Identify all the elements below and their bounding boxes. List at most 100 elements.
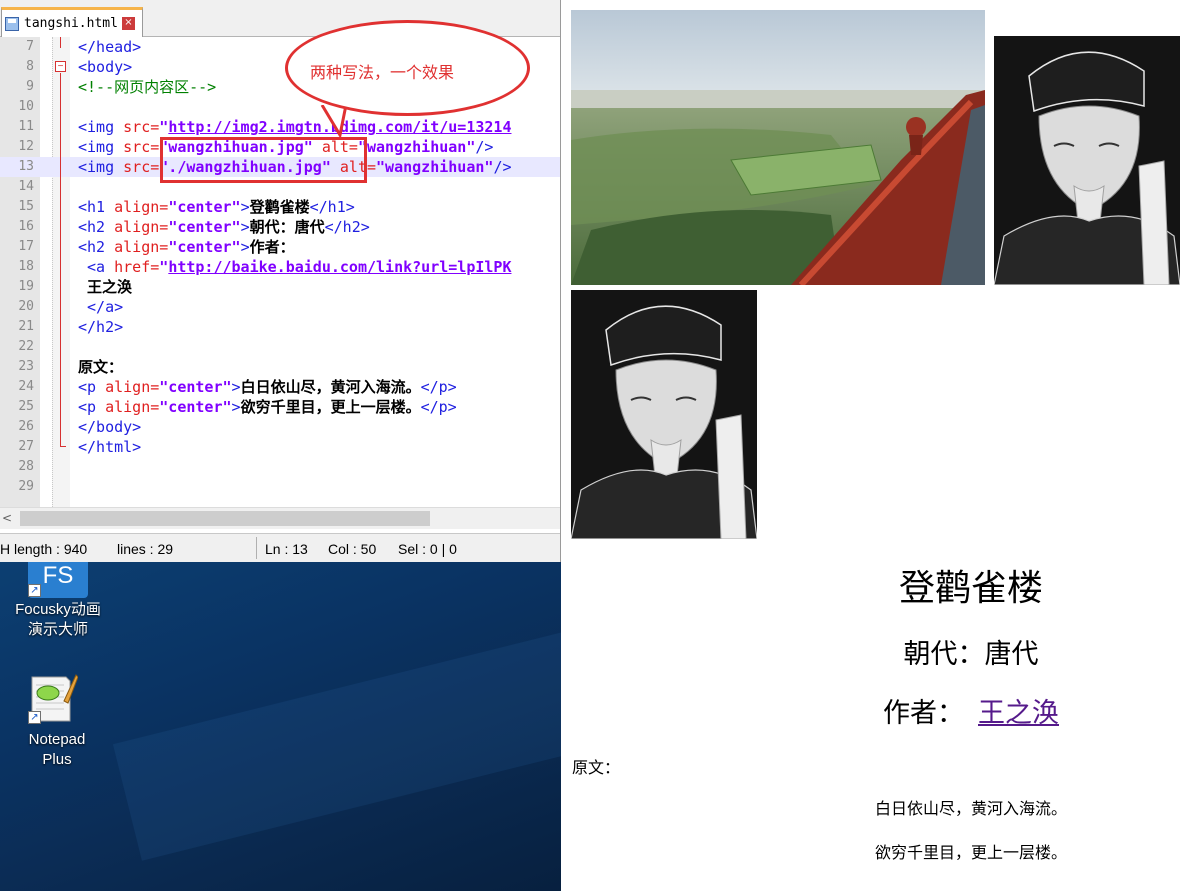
code-token: align= <box>105 378 160 396</box>
code-token: <h2 <box>78 218 115 236</box>
code-text: </html> <box>78 437 141 457</box>
status-lines: lines : 29 <box>117 541 174 557</box>
code-line[interactable]: 27 </html> <box>0 437 560 457</box>
code-token: href= <box>114 258 160 276</box>
code-text: <h2 align="center">作者： <box>78 237 295 257</box>
code-token: </body> <box>78 418 142 436</box>
line-number: 18 <box>18 259 34 274</box>
highlight-box <box>160 137 367 183</box>
code-token: > <box>240 198 250 216</box>
line-number: 7 <box>26 39 34 54</box>
code-text: 原文： <box>78 357 123 377</box>
code-token: <img <box>78 118 124 136</box>
line-number: 19 <box>18 279 34 294</box>
code-token: " <box>159 258 169 276</box>
status-ln: Ln : 13 <box>265 541 308 557</box>
scrollbar-thumb[interactable] <box>20 511 430 526</box>
save-icon <box>5 16 19 31</box>
line-number: 22 <box>18 339 34 354</box>
fold-end <box>60 437 66 447</box>
landscape-image[interactable] <box>571 10 985 285</box>
code-line[interactable]: 11 <img src="http://img2.imgtn.bdimg.com/… <box>0 117 560 137</box>
code-token: <h2 <box>78 238 115 256</box>
code-line[interactable]: 19 王之涣 <box>0 277 560 297</box>
fold-minus-icon[interactable]: − <box>55 61 66 72</box>
code-token: "center" <box>159 398 232 416</box>
line-number: 17 <box>18 239 34 254</box>
status-divider <box>256 537 257 559</box>
code-text: <p align="center">白日依山尽，黄河入海流。</p> <box>78 377 457 397</box>
editor-window: tangshi.html × 7 </head> 8 <body> 9 <!--网页内容区… <box>0 0 561 562</box>
code-token: </p> <box>420 378 457 396</box>
code-token: 登鹳雀楼 <box>249 198 310 216</box>
code-line[interactable]: 22 <box>0 337 560 357</box>
line-number: 8 <box>26 59 34 74</box>
code-line[interactable]: 25 <p align="center">欲穷千里目，更上一层楼。</p> <box>0 397 560 417</box>
code-line[interactable]: 29 <box>0 477 560 497</box>
code-line[interactable]: 18 <a href="http://baike.baidu.com/link?… <box>0 257 560 277</box>
code-token: "center" <box>168 238 241 256</box>
code-text: <p align="center">欲穷千里目，更上一层楼。</p> <box>78 397 457 417</box>
code-token: </h2> <box>78 318 124 336</box>
code-line[interactable]: 16 <h2 align="center">朝代：唐代</h2> <box>0 217 560 237</box>
line-number: 15 <box>18 199 34 214</box>
line-number: 26 <box>18 419 34 434</box>
portrait-image[interactable] <box>994 36 1180 285</box>
line-number: 27 <box>18 439 34 454</box>
portrait-image[interactable] <box>571 290 757 539</box>
code-line[interactable]: 28 <box>0 457 560 477</box>
line-number: 24 <box>18 379 34 394</box>
original-text-label: 原文： <box>572 758 621 777</box>
line-number: 11 <box>18 119 34 134</box>
desktop-icon-focusky[interactable]: Focusky动画 演示大师 <box>8 600 108 640</box>
code-line[interactable]: 15 <h1 align="center">登鹳雀楼</h1> <box>0 197 560 217</box>
poem-line-1: 白日依山尽，黄河入海流。 <box>874 799 1067 818</box>
line-number: 10 <box>18 99 34 114</box>
code-token: 欲穷千里目，更上一层楼。 <box>240 398 421 416</box>
code-text: <h1 align="center">登鹳雀楼</h1> <box>78 197 355 217</box>
code-text: 王之涣 <box>78 277 132 297</box>
code-token: "center" <box>168 198 241 216</box>
code-token: "wangzhihuan" <box>376 158 494 176</box>
desktop-icon-label: Focusky动画 <box>15 601 101 618</box>
code-token: 白日依山尽，黄河入海流。 <box>240 378 421 396</box>
status-sel: Sel : 0 | 0 <box>398 541 457 557</box>
close-icon[interactable]: × <box>121 17 135 30</box>
line-number: 25 <box>18 399 34 414</box>
code-text: <img src="http://img2.imgtn.bdimg.com/it… <box>78 117 511 137</box>
code-line[interactable]: 21 </h2> <box>0 317 560 337</box>
status-length: H length : 940 <box>0 541 88 557</box>
code-token: src= <box>123 118 160 136</box>
status-col: Col : 50 <box>328 541 377 557</box>
author-label: 作者： <box>883 698 964 729</box>
page-title: 登鹳雀楼 <box>898 568 1043 609</box>
file-tab[interactable]: tangshi.html × <box>1 7 143 37</box>
code-token: <body> <box>78 58 133 76</box>
scroll-left-icon[interactable]: < <box>2 511 12 525</box>
code-line[interactable]: 26 </body> <box>0 417 560 437</box>
code-line[interactable]: 23 原文： <box>0 357 560 377</box>
line-number: 21 <box>18 319 34 334</box>
code-token: src= <box>123 158 160 176</box>
code-line[interactable]: 20 </a> <box>0 297 560 317</box>
shortcut-arrow-icon: ↗ <box>28 584 41 597</box>
file-tab-label: tangshi.html <box>24 16 118 31</box>
code-text: </head> <box>78 37 141 57</box>
code-token: /> <box>493 158 512 176</box>
code-token: > <box>231 378 241 396</box>
wallpaper-streak <box>112 623 561 861</box>
desktop-icon-notepad-plus[interactable]: Notepad Plus <box>7 730 107 770</box>
code-token: align= <box>114 198 169 216</box>
code-token: <h1 <box>78 198 115 216</box>
desktop-icon-label: Plus <box>42 751 72 768</box>
code-token: align= <box>114 238 169 256</box>
code-token: 王之涣 <box>78 278 133 296</box>
horizontal-scrollbar[interactable]: < <box>0 507 560 529</box>
author-link[interactable]: 王之涣 <box>978 698 1059 729</box>
status-bar: H length : 940 lines : 29 Ln : 13 Col : … <box>0 533 560 562</box>
code-line[interactable]: 24 <p align="center">白日依山尽，黄河入海流。</p> <box>0 377 560 397</box>
code-token: /> <box>475 138 494 156</box>
code-line[interactable]: 17 <h2 align="center">作者： <box>0 237 560 257</box>
code-token: " <box>159 118 169 136</box>
code-token: "center" <box>168 218 241 236</box>
